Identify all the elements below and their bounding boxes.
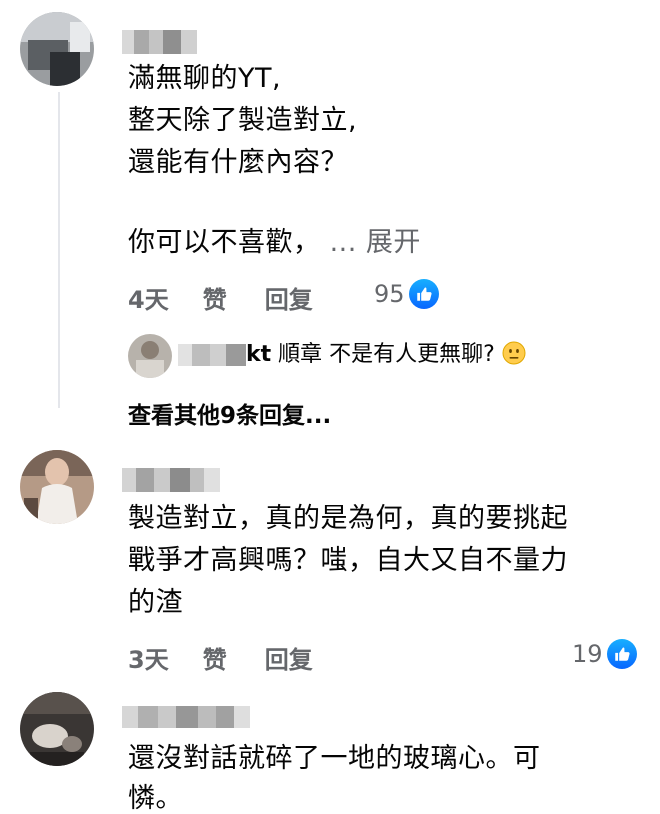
- reply-thread-line: [58, 92, 72, 408]
- like-button[interactable]: 赞: [203, 640, 227, 675]
- reply-preview-text: 順章 不是有人更無聊?: [278, 342, 495, 367]
- thumbs-up-icon: [408, 279, 439, 309]
- comment-text-line: 戰爭才高興嗎？嗤，自大又自不量力: [128, 545, 568, 576]
- view-more-replies-link[interactable]: 查看其他9条回复...: [128, 396, 331, 430]
- commenter-name-blurred[interactable]: [122, 706, 250, 728]
- comment-text-line: 還能有什麼內容？: [128, 147, 348, 178]
- reaction-count[interactable]: 19: [572, 639, 637, 669]
- avatar-image: [20, 450, 94, 524]
- comment-text-line: 還沒對話就碎了一地的玻璃心。可: [128, 743, 541, 774]
- comment-timestamp[interactable]: 3天: [128, 640, 169, 675]
- reply-button[interactable]: 回复: [265, 280, 313, 315]
- avatar-image: [20, 12, 94, 86]
- comment-text-line: 整天除了製造對立,: [128, 105, 358, 136]
- replier-name: kt: [246, 342, 272, 367]
- comment-text-line: 的渣: [128, 587, 183, 618]
- neutral-face-emoji: [502, 341, 526, 365]
- comment-actions: 4天 赞 回复: [128, 280, 313, 315]
- see-more-link[interactable]: ... 展开: [330, 227, 421, 258]
- comment-actions: 3天 赞 回复: [128, 640, 313, 675]
- commenter-name-blurred[interactable]: [122, 468, 220, 492]
- reaction-count[interactable]: 95: [374, 279, 439, 309]
- reply-preview[interactable]: kt 順章 不是有人更無聊?: [246, 340, 526, 370]
- comment-text-line: 製造對立，真的是為何，真的要挑起: [128, 503, 568, 534]
- comment-text-line: 滿無聊的YT,: [128, 63, 282, 94]
- like-button[interactable]: 赞: [203, 280, 227, 315]
- avatar-image: [128, 334, 172, 378]
- comment-text-fragment: 你可以不喜歡，: [128, 227, 321, 258]
- replier-name-blurred[interactable]: [178, 344, 246, 366]
- commenter-avatar[interactable]: [20, 450, 94, 524]
- commenter-avatar[interactable]: [20, 692, 94, 766]
- comment-text-line: 憐。: [128, 783, 183, 814]
- reply-button[interactable]: 回复: [265, 640, 313, 675]
- commenter-avatar[interactable]: [20, 12, 94, 86]
- thumbs-up-icon: [606, 639, 637, 669]
- comment-timestamp[interactable]: 4天: [128, 280, 169, 315]
- comment-text-line: 你可以不喜歡， ... 展开: [128, 222, 421, 263]
- replier-avatar[interactable]: [128, 334, 172, 378]
- reaction-count-number: 95: [374, 280, 405, 308]
- avatar-image: [20, 692, 94, 766]
- commenter-name-blurred[interactable]: [122, 30, 197, 54]
- reaction-count-number: 19: [572, 640, 603, 668]
